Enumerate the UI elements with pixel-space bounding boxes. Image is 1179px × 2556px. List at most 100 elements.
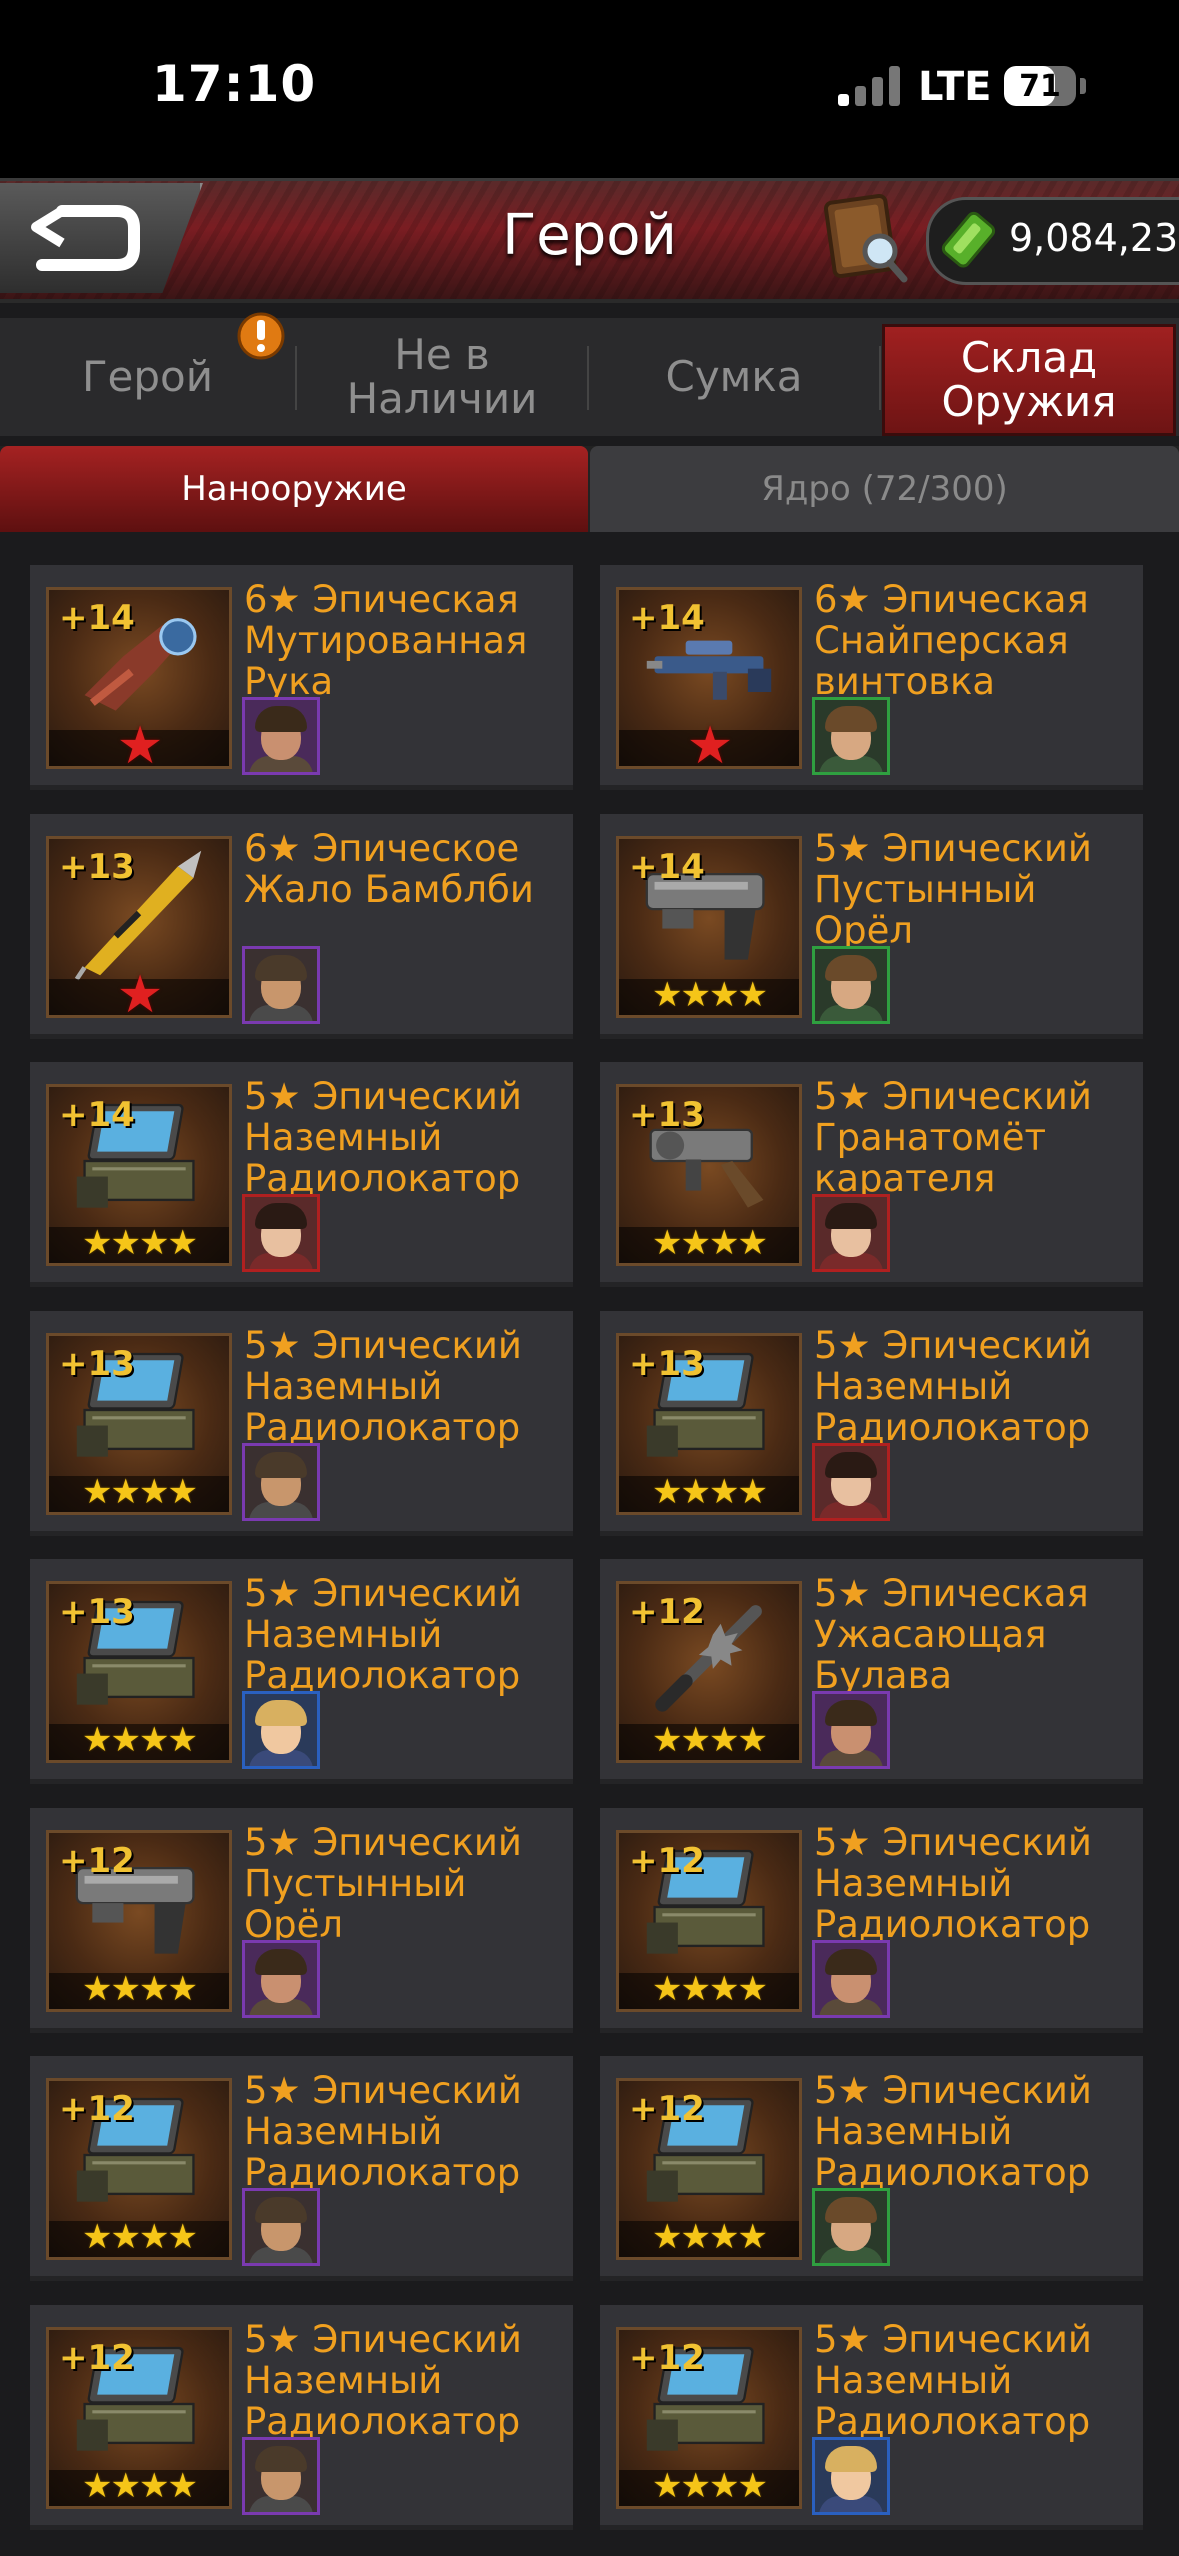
- hero-avatar[interactable]: [812, 697, 890, 775]
- red-star-icon: ★: [116, 965, 164, 1025]
- weapon-card[interactable]: +12 ★ ★ ★ ★ 5★ Эпический Наземный Радиолокато…: [600, 1808, 1143, 2033]
- weapon-card[interactable]: +13 ★ 6★ Эпическое Жало Бамблби: [30, 814, 573, 1039]
- gold-star-icon: ★: [82, 1969, 113, 2009]
- weapon-card[interactable]: +14 ★ 6★ Эпическая Снайперская винтовка: [600, 565, 1143, 790]
- gold-star-icon: ★: [709, 1223, 740, 1263]
- hero-avatar[interactable]: [812, 1940, 890, 2018]
- weapon-card[interactable]: +13 ★ ★ ★ ★ 5★ Эпический Наземный Радиолокато…: [600, 1311, 1143, 1536]
- weapon-card[interactable]: +12 ★ ★ ★ ★ 5★ Эпический Наземный Радиолокато…: [600, 2305, 1143, 2530]
- gold-star-icon: ★: [139, 1720, 170, 1760]
- subtab-core[interactable]: Ядро (72/300): [590, 446, 1179, 532]
- tab-bag[interactable]: Сумка: [589, 324, 879, 430]
- subtab-nanoweapons[interactable]: Нанооружие: [0, 446, 588, 532]
- gold-star-icon: ★: [82, 2217, 113, 2257]
- gold-star-icon: ★: [709, 975, 740, 1015]
- weapon-thumbnail: +12 ★ ★ ★ ★: [616, 2327, 802, 2509]
- guide-book-icon[interactable]: [822, 193, 910, 283]
- hero-avatar[interactable]: [812, 946, 890, 1024]
- enhance-level: +14: [59, 598, 135, 638]
- currency-value: 9,084,234: [1009, 216, 1179, 260]
- enhance-level: +12: [629, 1841, 705, 1881]
- hero-avatar[interactable]: [242, 946, 320, 1024]
- gold-star-icon: ★: [139, 2217, 170, 2257]
- header-bar: Герой 9,084,234: [0, 178, 1179, 303]
- gold-star-icon: ★: [680, 1720, 712, 1760]
- gold-star-icon: ★: [680, 1472, 712, 1512]
- gold-star-icon: ★: [709, 2217, 740, 2257]
- gold-star-icon: ★: [82, 1472, 113, 1512]
- gold-star-icon: ★: [82, 1223, 113, 1263]
- battery-tip: [1080, 78, 1086, 94]
- enhance-level: +12: [59, 2338, 135, 2378]
- signal-icon: [838, 66, 900, 106]
- weapon-name: 5★ Эпический Гранатомёт карателя: [814, 1075, 1092, 1200]
- weapon-card[interactable]: +12 ★ ★ ★ ★ 5★ Эпическая Ужасающая Булава: [600, 1559, 1143, 1784]
- gold-star-icon: ★: [110, 2217, 142, 2257]
- hero-avatar[interactable]: [242, 1691, 320, 1769]
- star-rating: ★ ★ ★ ★: [49, 2217, 229, 2257]
- gold-star-icon: ★: [737, 1969, 768, 2009]
- gold-star-icon: ★: [652, 2217, 683, 2257]
- gold-star-icon: ★: [737, 1472, 768, 1512]
- weapon-card[interactable]: +13 ★ ★ ★ ★ 5★ Эпический Гранатомёт карателя: [600, 1062, 1143, 1287]
- hero-avatar[interactable]: [812, 1691, 890, 1769]
- weapon-name: 5★ Эпический Наземный Радиолокатор: [814, 1324, 1092, 1449]
- weapon-card[interactable]: +12 ★ ★ ★ ★ 5★ Эпический Пустынный Орёл: [30, 1808, 573, 2033]
- enhance-level: +13: [629, 1344, 705, 1384]
- weapon-card[interactable]: +12 ★ ★ ★ ★ 5★ Эпический Наземный Радиолокато…: [30, 2056, 573, 2281]
- weapon-card[interactable]: +14 ★ ★ ★ ★ 5★ Эпический Наземный Радиолокато…: [30, 1062, 573, 1287]
- enhance-level: +12: [629, 2338, 705, 2378]
- weapon-thumbnail: +13 ★ ★ ★ ★: [46, 1581, 232, 1763]
- hero-avatar[interactable]: [242, 697, 320, 775]
- battery-percent: 71: [1019, 69, 1061, 104]
- gold-star-icon: ★: [680, 1969, 712, 2009]
- hero-avatar[interactable]: [812, 2437, 890, 2515]
- star-rating: ★ ★ ★ ★: [619, 1472, 799, 1512]
- gold-star-icon: ★: [167, 1223, 198, 1263]
- tab-not-available[interactable]: Не в Наличии: [297, 324, 587, 430]
- weapon-card[interactable]: +14 ★ ★ ★ ★ 5★ Эпический Пустынный Орёл: [600, 814, 1143, 1039]
- gold-star-icon: ★: [110, 2466, 142, 2506]
- gold-star-icon: ★: [167, 1472, 198, 1512]
- gold-star-icon: ★: [652, 1223, 683, 1263]
- gold-star-icon: ★: [680, 2466, 712, 2506]
- weapon-card[interactable]: +13 ★ ★ ★ ★ 5★ Эпический Наземный Радиолокато…: [30, 1311, 573, 1536]
- weapon-card[interactable]: +14 ★ 6★ Эпическая Мутированная Рука: [30, 565, 573, 790]
- gold-star-icon: ★: [652, 1472, 683, 1512]
- tab-weapon-storage[interactable]: Склад Оружия: [882, 324, 1176, 436]
- battery-icon: 71: [1004, 66, 1076, 106]
- network-type: LTE: [918, 64, 992, 110]
- enhance-level: +12: [59, 1841, 135, 1881]
- hero-avatar[interactable]: [812, 1443, 890, 1521]
- enhance-level: +13: [59, 1344, 135, 1384]
- enhance-level: +12: [629, 1592, 705, 1632]
- hero-avatar[interactable]: [242, 2188, 320, 2266]
- gold-star-icon: ★: [110, 1720, 142, 1760]
- gold-star-icon: ★: [737, 2466, 768, 2506]
- weapon-name: 5★ Эпический Наземный Радиолокатор: [244, 1572, 522, 1697]
- weapon-name: 6★ Эпическая Мутированная Рука: [244, 578, 528, 703]
- weapon-card[interactable]: +12 ★ ★ ★ ★ 5★ Эпический Наземный Радиолокато…: [30, 2305, 573, 2530]
- gold-star-icon: ★: [680, 1223, 712, 1263]
- hero-avatar[interactable]: [242, 1443, 320, 1521]
- hero-avatar[interactable]: [242, 1194, 320, 1272]
- gold-star-icon: ★: [709, 1472, 740, 1512]
- gold-star-icon: ★: [652, 975, 683, 1015]
- weapon-card[interactable]: +13 ★ ★ ★ ★ 5★ Эпический Наземный Радиолокато…: [30, 1559, 573, 1784]
- gold-star-icon: ★: [709, 2466, 740, 2506]
- weapon-card[interactable]: +12 ★ ★ ★ ★ 5★ Эпический Наземный Радиолокато…: [600, 2056, 1143, 2281]
- gold-star-icon: ★: [737, 2217, 768, 2257]
- enhance-level: +14: [629, 598, 705, 638]
- sub-tabs: Нанооружие Ядро (72/300): [0, 446, 1179, 532]
- hero-avatar[interactable]: [242, 2437, 320, 2515]
- hero-avatar[interactable]: [242, 1940, 320, 2018]
- hero-avatar[interactable]: [812, 1194, 890, 1272]
- star-rating: ★ ★ ★ ★: [49, 1223, 229, 1263]
- gold-star-icon: ★: [110, 1472, 142, 1512]
- currency-display[interactable]: 9,084,234: [926, 197, 1179, 285]
- weapon-name: 6★ Эпическая Снайперская винтовка: [814, 578, 1089, 703]
- hero-avatar[interactable]: [812, 2188, 890, 2266]
- gold-star-icon: ★: [139, 1472, 170, 1512]
- star-rating: ★ ★ ★ ★: [49, 1969, 229, 2009]
- tab-divider: [879, 346, 881, 410]
